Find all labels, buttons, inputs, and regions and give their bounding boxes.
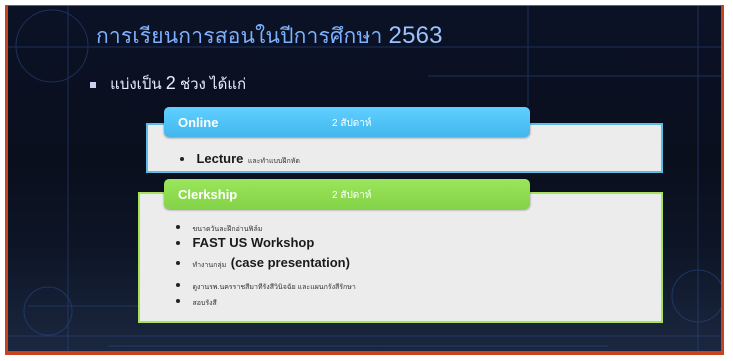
- online-item-note: และทำแบบฝึกหัด: [247, 158, 300, 165]
- clerkship-item: ทำงานกลุ่ม (case presentation): [176, 254, 350, 272]
- clerkship-item-text: ขนาดวันละฝึกอ่านฟิล์ม: [192, 226, 263, 233]
- clerkship-item: สอบรังสี: [176, 292, 217, 310]
- bullet-dot-icon: [176, 240, 180, 245]
- online-tab: Online 2 สัปดาห์: [164, 107, 530, 137]
- screenshot-frame: การเรียนการสอนในปีการศึกษา 2563 แบ่งเป็น…: [0, 0, 733, 361]
- intro-bullet: แบ่งเป็น 2 ช่วง ได้แก่: [90, 72, 246, 96]
- clerkship-item-text: สอบรังสี: [192, 300, 217, 307]
- clerkship-item-text: (case presentation): [230, 255, 350, 270]
- online-tab-label: Online: [178, 115, 219, 130]
- clerkship-tab: Clerkship 2 สัปดาห์: [164, 179, 530, 209]
- bullet-dot-icon: [176, 298, 180, 303]
- clerkship-item: FAST US Workshop: [176, 234, 314, 252]
- bullet-dot-icon: [176, 282, 180, 287]
- clerkship-tab-duration: 2 สัปดาห์: [332, 190, 372, 201]
- intro-bullet-number: 2: [165, 73, 176, 93]
- bullet-dot-icon: [176, 224, 180, 229]
- online-item-main: Lecture: [196, 151, 244, 166]
- online-tab-duration: 2 สัปดาห์: [332, 118, 372, 129]
- clerkship-item-text: FAST US Workshop: [192, 235, 315, 250]
- slide-title-text: การเรียนการสอนในปีการศึกษา: [96, 25, 383, 48]
- clerkship-item-text: ดูงานรพ.นครราชสีมาทีรังสีวินิจฉัย และแผน…: [192, 284, 356, 291]
- online-item: Lecture และทำแบบฝึกหัด: [180, 150, 300, 168]
- intro-bullet-prefix: แบ่งเป็น: [110, 76, 162, 93]
- clerkship-tab-label: Clerkship: [178, 187, 238, 202]
- intro-bullet-suffix: ช่วง ได้แก่: [179, 76, 247, 93]
- presentation-slide: การเรียนการสอนในปีการศึกษา 2563 แบ่งเป็น…: [5, 5, 724, 355]
- bullet-dot-icon: [176, 260, 180, 265]
- square-bullet-icon: [90, 82, 96, 89]
- slide-title-year: 2563: [388, 22, 443, 49]
- clerkship-item-prefix: ทำงานกลุ่ม: [192, 262, 227, 269]
- bullet-dot-icon: [180, 156, 184, 161]
- slide-title: การเรียนการสอนในปีการศึกษา 2563: [96, 20, 443, 53]
